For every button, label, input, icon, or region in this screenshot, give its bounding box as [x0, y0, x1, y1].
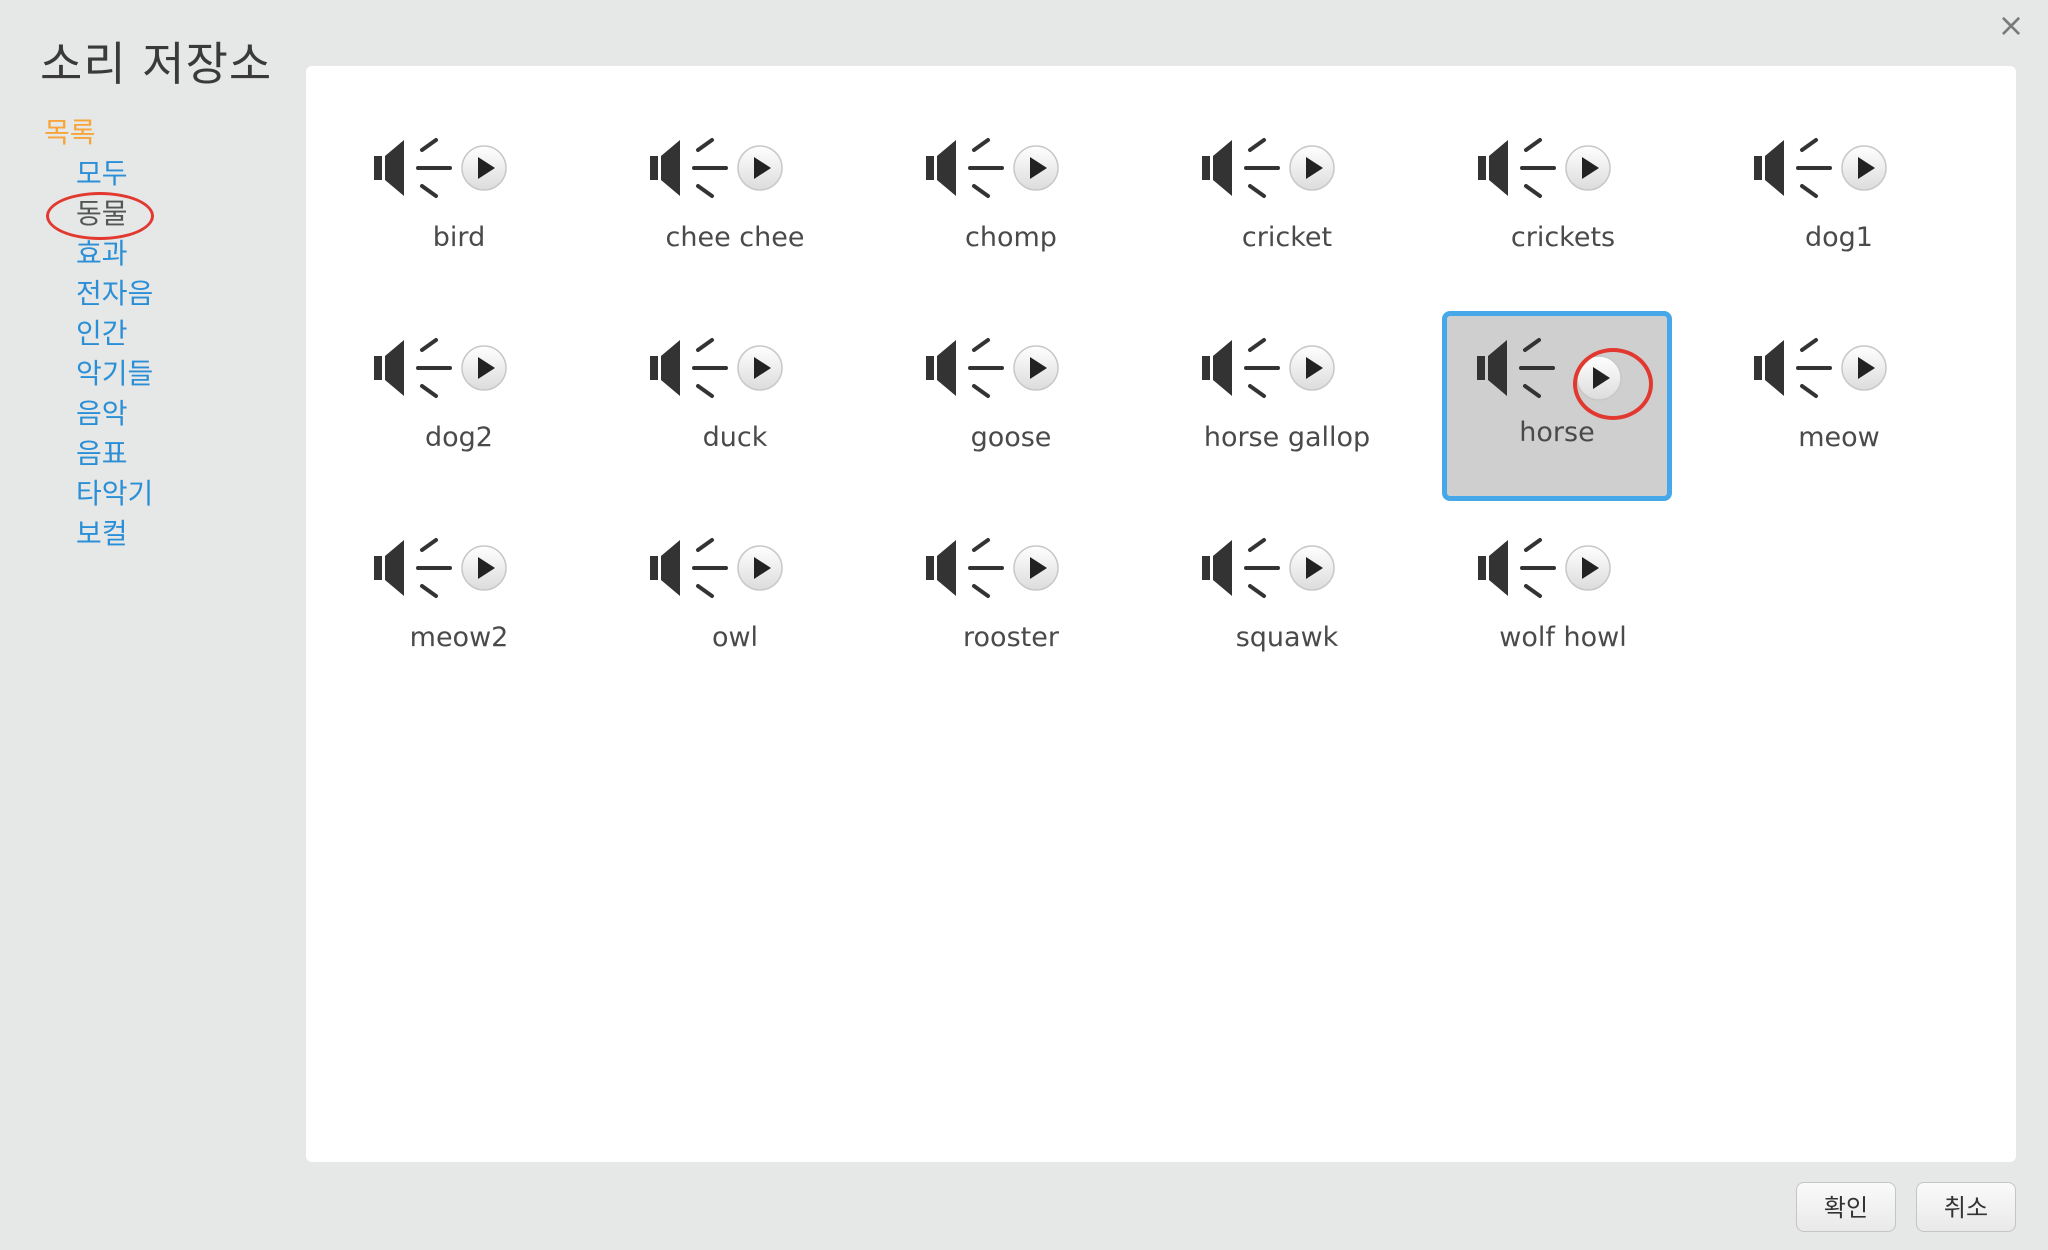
sound-grid-panel: bird chee chee chomp cricket crickets dog1 dog…: [306, 66, 2016, 1162]
sound-tile[interactable]: meow2: [344, 516, 574, 706]
sound-tile[interactable]: wolf howl: [1448, 516, 1678, 706]
play-icon[interactable]: [1564, 144, 1612, 192]
sidebar-item-4[interactable]: 인간: [76, 314, 196, 354]
sound-label: rooster: [963, 622, 1059, 653]
sound-label: dog2: [425, 422, 493, 453]
sound-label: chee chee: [665, 222, 805, 253]
play-icon[interactable]: [1564, 544, 1612, 592]
sidebar-item-2[interactable]: 효과: [76, 234, 196, 274]
category-sidebar: 목록 모두 동물 효과 전자음 인간 악기들 음악 음표 타악기 보컬: [44, 112, 294, 554]
sidebar-heading: 목록: [44, 116, 96, 149]
sound-label: horse gallop: [1203, 422, 1371, 453]
sound-label: meow2: [409, 622, 509, 653]
play-icon[interactable]: [1575, 354, 1623, 402]
sidebar-item-1[interactable]: 동물: [46, 192, 196, 240]
cancel-button[interactable]: 취소: [1916, 1182, 2016, 1232]
sound-label: squawk: [1235, 622, 1339, 653]
sound-tile[interactable]: owl: [620, 516, 850, 706]
sound-tile[interactable]: duck: [620, 316, 850, 506]
sound-label: owl: [711, 622, 759, 653]
play-icon[interactable]: [1012, 344, 1060, 392]
sound-label: horse: [1519, 417, 1595, 448]
speaker-icon: [650, 138, 728, 198]
speaker-icon: [1478, 538, 1556, 598]
play-icon[interactable]: [1288, 144, 1336, 192]
play-icon[interactable]: [1012, 544, 1060, 592]
sound-tile[interactable]: chee chee: [620, 116, 850, 306]
sound-label: bird: [432, 222, 486, 253]
speaker-icon: [1202, 338, 1280, 398]
ok-button[interactable]: 확인: [1796, 1182, 1896, 1232]
sidebar-item-9[interactable]: 보컬: [76, 514, 196, 554]
sound-tile[interactable]: rooster: [896, 516, 1126, 706]
play-icon[interactable]: [1288, 344, 1336, 392]
speaker-icon: [374, 338, 452, 398]
sidebar-item-7[interactable]: 음표: [76, 434, 196, 474]
sidebar-item-5[interactable]: 악기들: [76, 354, 196, 394]
speaker-icon: [926, 138, 1004, 198]
sound-tile[interactable]: horse gallop: [1172, 316, 1402, 506]
sound-label: meow: [1798, 422, 1880, 453]
sound-tile[interactable]: meow: [1724, 316, 1954, 506]
sound-library-dialog: 소리 저장소 × 목록 모두 동물 효과 전자음 인간 악기들 음악 음표 타악기 보컬 bird…: [0, 0, 2048, 1250]
speaker-icon: [1754, 138, 1832, 198]
play-icon[interactable]: [460, 344, 508, 392]
speaker-icon: [650, 538, 728, 598]
sound-label: wolf howl: [1499, 622, 1627, 653]
sound-tile[interactable]: cricket: [1172, 116, 1402, 306]
play-icon[interactable]: [1840, 344, 1888, 392]
play-icon[interactable]: [460, 144, 508, 192]
speaker-icon: [1754, 338, 1832, 398]
sound-tile[interactable]: bird: [344, 116, 574, 306]
speaker-icon: [1202, 538, 1280, 598]
sound-tile[interactable]: horse: [1442, 311, 1672, 501]
sound-label: duck: [702, 422, 768, 453]
speaker-icon: [926, 338, 1004, 398]
sidebar-item-3[interactable]: 전자음: [76, 274, 196, 314]
sidebar-item-0[interactable]: 모두: [76, 154, 196, 194]
play-icon[interactable]: [736, 144, 784, 192]
sound-label: chomp: [965, 222, 1057, 253]
sound-tile[interactable]: goose: [896, 316, 1126, 506]
play-icon[interactable]: [1012, 144, 1060, 192]
speaker-icon: [650, 338, 728, 398]
speaker-icon: [374, 538, 452, 598]
play-icon[interactable]: [736, 544, 784, 592]
speaker-icon: [1477, 338, 1555, 398]
sound-label: dog1: [1805, 222, 1873, 253]
sidebar-item-list: 모두 동물 효과 전자음 인간 악기들 음악 음표 타악기 보컬: [44, 154, 294, 554]
sound-tile[interactable]: dog1: [1724, 116, 1954, 306]
dialog-title: 소리 저장소: [40, 37, 273, 91]
sidebar-item-6[interactable]: 음악: [76, 394, 196, 434]
play-icon[interactable]: [1288, 544, 1336, 592]
speaker-icon: [1202, 138, 1280, 198]
sound-tile[interactable]: crickets: [1448, 116, 1678, 306]
speaker-icon: [1478, 138, 1556, 198]
sidebar-item-8[interactable]: 타악기: [76, 474, 196, 514]
speaker-icon: [374, 138, 452, 198]
sound-label: goose: [970, 422, 1052, 453]
speaker-icon: [926, 538, 1004, 598]
play-icon[interactable]: [736, 344, 784, 392]
play-icon[interactable]: [1840, 144, 1888, 192]
sound-tile[interactable]: dog2: [344, 316, 574, 506]
close-icon[interactable]: ×: [1996, 8, 2026, 42]
sound-tile[interactable]: squawk: [1172, 516, 1402, 706]
sound-label: cricket: [1241, 222, 1333, 253]
sound-tile[interactable]: chomp: [896, 116, 1126, 306]
sound-label: crickets: [1510, 222, 1616, 253]
play-icon[interactable]: [460, 544, 508, 592]
